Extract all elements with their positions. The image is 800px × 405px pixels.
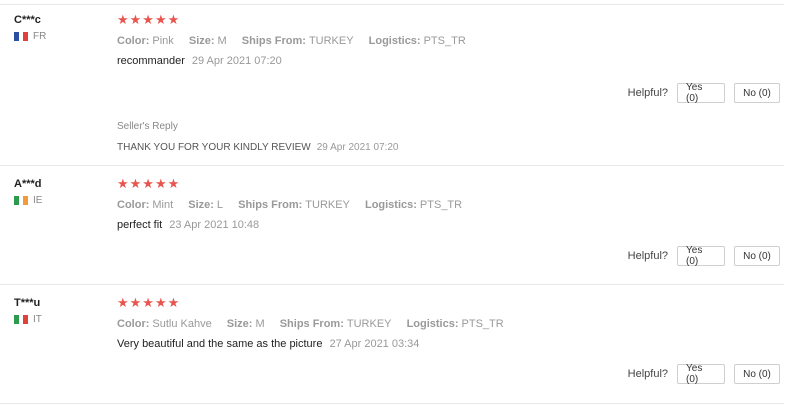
divider bbox=[0, 165, 784, 166]
review-body: Very beautiful and the same as the pictu… bbox=[117, 338, 323, 350]
star-rating-icon: ★★★★★ bbox=[117, 176, 181, 191]
reviewer-name: T***u bbox=[14, 297, 41, 309]
ships-from-label: Ships From: bbox=[241, 35, 306, 47]
size-value: M bbox=[255, 318, 265, 330]
helpful-yes-button[interactable]: Yes (0) bbox=[677, 363, 725, 385]
review-text: recommander 29 Apr 2021 07:20 bbox=[117, 54, 717, 68]
logistics-value: PTS_TR bbox=[461, 318, 504, 330]
flag-icon bbox=[14, 32, 29, 41]
helpful-yes-button[interactable]: Yes (0) bbox=[677, 245, 725, 267]
review-date: 27 Apr 2021 03:34 bbox=[329, 338, 420, 350]
ships-from-label: Ships From: bbox=[238, 199, 303, 211]
ships-from-label: Ships From: bbox=[279, 318, 344, 330]
review-content: ★★★★★ Color: Pink Size: M Ships From: TURKE… bbox=[117, 13, 717, 68]
seller-reply-text: THANK YOU FOR YOUR KINDLY REVIEW 29 Apr 2… bbox=[117, 141, 717, 154]
helpful-label: Helpful? bbox=[627, 368, 668, 380]
review-body: recommander bbox=[117, 55, 185, 67]
helpful-vote: Helpful? Yes (0) No (0) bbox=[627, 82, 780, 104]
helpful-label: Helpful? bbox=[627, 87, 668, 99]
helpful-no-button[interactable]: No (0) bbox=[734, 364, 780, 384]
review-text: perfect fit 23 Apr 2021 10:48 bbox=[117, 218, 717, 232]
size-label: Size: bbox=[188, 35, 215, 47]
logistics-label: Logistics: bbox=[406, 318, 459, 330]
review-text: Very beautiful and the same as the pictu… bbox=[117, 337, 717, 351]
product-attributes: Color: Mint Size: L Ships From: TURKEY Logi… bbox=[117, 198, 717, 212]
color-label: Color: bbox=[117, 199, 150, 211]
review-body: perfect fit bbox=[117, 219, 163, 231]
logistics-label: Logistics: bbox=[368, 35, 421, 47]
helpful-no-button[interactable]: No (0) bbox=[734, 83, 780, 103]
divider bbox=[0, 284, 784, 285]
review-content: ★★★★★ Color: Sutlu Kahve Size: M Ships Fro… bbox=[117, 296, 717, 351]
size-value: L bbox=[216, 199, 224, 211]
seller-reply-body: THANK YOU FOR YOUR KINDLY REVIEW bbox=[117, 142, 311, 153]
ships-from-value: TURKEY bbox=[305, 199, 350, 211]
color-value: Sutlu Kahve bbox=[152, 318, 212, 330]
review-content: ★★★★★ Color: Mint Size: L Ships From: TURKE… bbox=[117, 177, 717, 232]
seller-reply: Seller's Reply THANK YOU FOR YOUR KINDLY… bbox=[117, 120, 717, 154]
reviews-list: C***c FR ★★★★★ Color: Pink Size: M Ships F… bbox=[0, 0, 800, 405]
reviewer-country: IE bbox=[14, 195, 104, 206]
country-code: IT bbox=[33, 314, 42, 325]
logistics-value: PTS_TR bbox=[419, 199, 463, 211]
color-label: Color: bbox=[117, 35, 150, 47]
color-value: Pink bbox=[152, 35, 174, 47]
reviewer-info: C***c FR bbox=[14, 13, 104, 42]
logistics-value: PTS_TR bbox=[423, 35, 466, 47]
reviewer-country: IT bbox=[14, 314, 104, 325]
product-attributes: Color: Sutlu Kahve Size: M Ships From: TURK… bbox=[117, 317, 717, 331]
star-rating-icon: ★★★★★ bbox=[117, 295, 181, 310]
ships-from-value: TURKEY bbox=[346, 318, 392, 330]
reviewer-info: A***d IE bbox=[14, 177, 104, 206]
flag-icon bbox=[14, 196, 29, 205]
helpful-vote: Helpful? Yes (0) No (0) bbox=[627, 363, 780, 385]
helpful-no-button[interactable]: No (0) bbox=[734, 246, 780, 266]
ships-from-value: TURKEY bbox=[308, 35, 354, 47]
reviewer-info: T***u IT bbox=[14, 296, 104, 325]
reviewer-country: FR bbox=[14, 31, 104, 42]
seller-reply-title: Seller's Reply bbox=[117, 121, 178, 132]
reviewer-name: C***c bbox=[14, 14, 41, 26]
review-date: 29 Apr 2021 07:20 bbox=[191, 55, 282, 67]
size-label: Size: bbox=[226, 318, 253, 330]
logistics-label: Logistics: bbox=[364, 199, 417, 211]
seller-reply-date: 29 Apr 2021 07:20 bbox=[316, 142, 399, 153]
country-code: IE bbox=[33, 195, 43, 206]
flag-icon bbox=[14, 315, 29, 324]
color-label: Color: bbox=[117, 318, 150, 330]
helpful-label: Helpful? bbox=[627, 250, 668, 262]
color-value: Mint bbox=[152, 199, 174, 211]
reviewer-name: A***d bbox=[14, 178, 42, 190]
review-date: 23 Apr 2021 10:48 bbox=[169, 219, 260, 231]
size-value: M bbox=[217, 35, 227, 47]
star-rating-icon: ★★★★★ bbox=[117, 12, 181, 27]
divider bbox=[0, 403, 784, 404]
helpful-vote: Helpful? Yes (0) No (0) bbox=[627, 245, 780, 267]
product-attributes: Color: Pink Size: M Ships From: TURKEY Logi… bbox=[117, 34, 717, 48]
country-code: FR bbox=[33, 31, 47, 42]
helpful-yes-button[interactable]: Yes (0) bbox=[677, 82, 725, 104]
divider bbox=[0, 4, 784, 5]
size-label: Size: bbox=[188, 199, 214, 211]
